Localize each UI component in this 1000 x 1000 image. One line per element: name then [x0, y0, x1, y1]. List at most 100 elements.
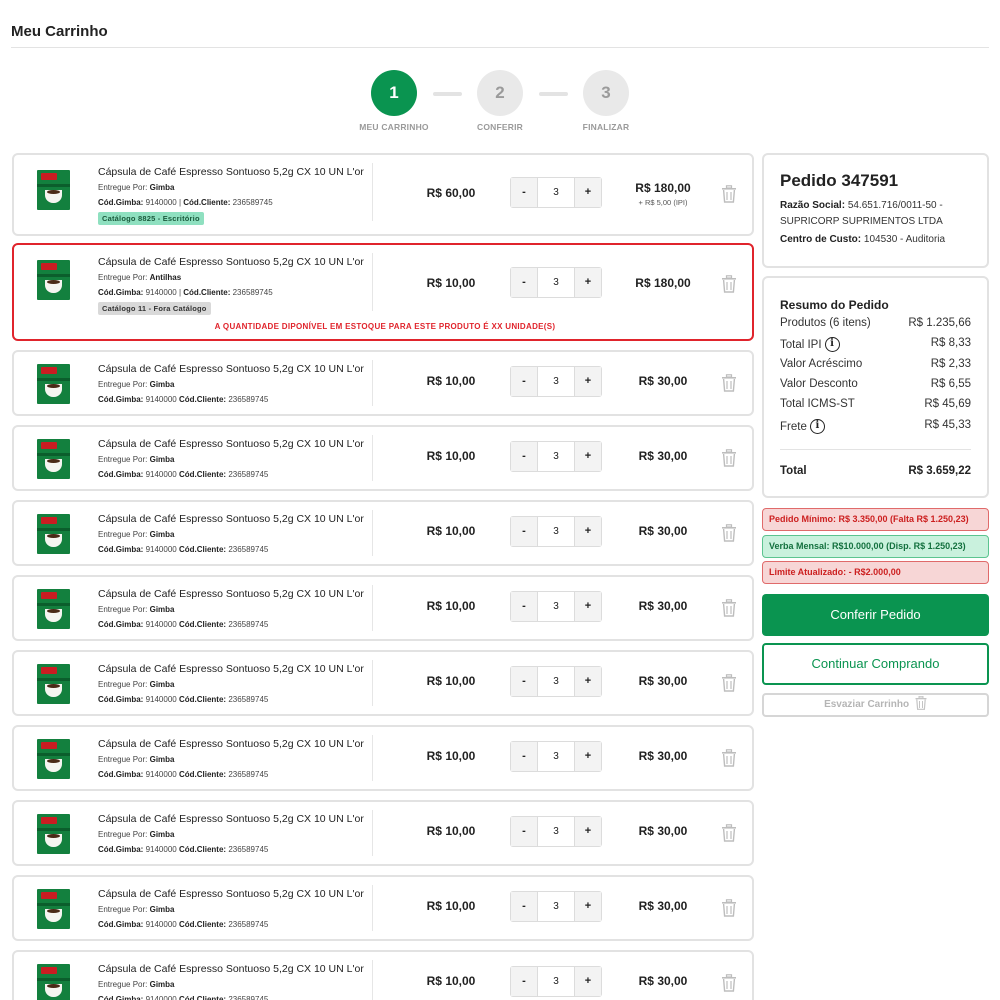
- product-name[interactable]: Cápsula de Café Espresso Sontuoso 5,2g C…: [98, 738, 364, 750]
- increase-quantity-button[interactable]: +: [575, 967, 601, 996]
- product-image[interactable]: [37, 260, 70, 300]
- product-image[interactable]: [37, 589, 70, 629]
- quantity-input[interactable]: 3: [537, 517, 575, 546]
- cod-gimba-label: Cód.Gimba:: [98, 770, 144, 779]
- remove-item-trash-icon[interactable]: [721, 275, 737, 293]
- product-image[interactable]: [37, 170, 70, 210]
- remove-item-trash-icon[interactable]: [721, 974, 737, 992]
- info-icon[interactable]: i: [824, 337, 840, 352]
- decrease-quantity-button[interactable]: -: [511, 592, 537, 621]
- product-image[interactable]: [37, 739, 70, 779]
- summary-value: R$ 1.235,66: [908, 317, 971, 329]
- cod-gimba-value: 9140000: [145, 770, 177, 779]
- unit-price: R$ 10,00: [426, 276, 476, 290]
- increase-quantity-button[interactable]: +: [575, 892, 601, 921]
- quantity-input[interactable]: 3: [537, 742, 575, 771]
- decrease-quantity-button[interactable]: -: [511, 517, 537, 546]
- increase-quantity-button[interactable]: +: [575, 667, 601, 696]
- empty-cart-button[interactable]: Esvaziar Carrinho: [762, 693, 989, 717]
- remove-item-trash-icon[interactable]: [721, 374, 737, 392]
- decrease-quantity-button[interactable]: -: [511, 742, 537, 771]
- decrease-quantity-button[interactable]: -: [511, 367, 537, 396]
- info-icon[interactable]: i: [809, 419, 825, 434]
- product-name[interactable]: Cápsula de Café Espresso Sontuoso 5,2g C…: [98, 588, 364, 600]
- increase-quantity-button[interactable]: +: [575, 592, 601, 621]
- decrease-quantity-button[interactable]: -: [511, 442, 537, 471]
- brand-logo: [41, 263, 57, 270]
- cod-gimba-label: Cód.Gimba:: [98, 695, 144, 704]
- delivered-by-label: Entregue Por:: [98, 905, 148, 914]
- product-codes: Cód.Gimba: 9140000 Cód.Cliente: 23658974…: [98, 620, 268, 629]
- decrease-quantity-button[interactable]: -: [511, 892, 537, 921]
- quantity-input[interactable]: 3: [537, 592, 575, 621]
- cod-cliente-label: Cód.Cliente:: [178, 770, 227, 779]
- delivered-by: Entregue Por: Gimba: [98, 980, 175, 989]
- cost-center: Centro de Custo: 104530 - Auditoria: [780, 232, 980, 248]
- product-name[interactable]: Cápsula de Café Espresso Sontuoso 5,2g C…: [98, 363, 364, 375]
- summary-value: R$ 45,33: [924, 419, 971, 431]
- delivered-by-label: Entregue Por:: [98, 605, 148, 614]
- quantity-input[interactable]: 3: [537, 892, 575, 921]
- remove-item-trash-icon[interactable]: [721, 449, 737, 467]
- decrease-quantity-button[interactable]: -: [511, 667, 537, 696]
- quantity-input[interactable]: 3: [537, 817, 575, 846]
- delivered-by-label: Entregue Por:: [98, 380, 148, 389]
- remove-item-trash-icon[interactable]: [721, 824, 737, 842]
- product-image[interactable]: [37, 814, 70, 854]
- item-total: R$ 180,00: [635, 276, 691, 290]
- summary-value: R$ 2,33: [930, 358, 971, 370]
- product-image[interactable]: [37, 514, 70, 554]
- product-image[interactable]: [37, 439, 70, 479]
- product-name[interactable]: Cápsula de Café Espresso Sontuoso 5,2g C…: [98, 438, 364, 450]
- cost-center-value: 104530 - Auditoria: [863, 234, 946, 245]
- summary-total: Total R$ 3.659,22: [780, 465, 971, 477]
- unit-price: R$ 10,00: [426, 374, 476, 388]
- quantity-input[interactable]: 3: [537, 268, 575, 297]
- product-image[interactable]: [37, 889, 70, 929]
- delivered-by: Entregue Por: Gimba: [98, 183, 175, 192]
- quantity-input[interactable]: 3: [537, 442, 575, 471]
- quantity-input[interactable]: 3: [537, 178, 575, 207]
- increase-quantity-button[interactable]: +: [575, 367, 601, 396]
- step-cart[interactable]: 1 MEU CARRINHO: [349, 70, 439, 132]
- increase-quantity-button[interactable]: +: [575, 742, 601, 771]
- product-name[interactable]: Cápsula de Café Espresso Sontuoso 5,2g C…: [98, 663, 364, 675]
- product-name[interactable]: Cápsula de Café Espresso Sontuoso 5,2g C…: [98, 813, 364, 825]
- product-image[interactable]: [37, 364, 70, 404]
- product-name[interactable]: Cápsula de Café Espresso Sontuoso 5,2g C…: [98, 166, 364, 178]
- cod-gimba-value: 9140000: [145, 995, 177, 1000]
- cod-cliente-value: 236589745: [228, 770, 269, 779]
- product-image[interactable]: [37, 964, 70, 1000]
- remove-item-trash-icon[interactable]: [721, 599, 737, 617]
- cod-cliente-value: 236589745: [228, 995, 269, 1000]
- remove-item-trash-icon[interactable]: [721, 524, 737, 542]
- quantity-input[interactable]: 3: [537, 967, 575, 996]
- confirm-order-button[interactable]: Conferir Pedido: [762, 594, 989, 636]
- decrease-quantity-button[interactable]: -: [511, 178, 537, 207]
- decrease-quantity-button[interactable]: -: [511, 268, 537, 297]
- increase-quantity-button[interactable]: +: [575, 517, 601, 546]
- product-name[interactable]: Cápsula de Café Espresso Sontuoso 5,2g C…: [98, 963, 364, 975]
- increase-quantity-button[interactable]: +: [575, 442, 601, 471]
- decrease-quantity-button[interactable]: -: [511, 817, 537, 846]
- remove-item-trash-icon[interactable]: [721, 899, 737, 917]
- item-total: R$ 30,00: [638, 599, 688, 613]
- step-review[interactable]: 2 CONFERIR: [455, 70, 545, 132]
- product-name[interactable]: Cápsula de Café Espresso Sontuoso 5,2g C…: [98, 256, 364, 268]
- product-image[interactable]: [37, 664, 70, 704]
- increase-quantity-button[interactable]: +: [575, 178, 601, 207]
- item-total: R$ 30,00: [638, 449, 688, 463]
- increase-quantity-button[interactable]: +: [575, 817, 601, 846]
- product-name[interactable]: Cápsula de Café Espresso Sontuoso 5,2g C…: [98, 888, 364, 900]
- cod-gimba-value: 9140000: [145, 545, 177, 554]
- quantity-input[interactable]: 3: [537, 367, 575, 396]
- remove-item-trash-icon[interactable]: [721, 185, 737, 203]
- step-finish[interactable]: 3 FINALIZAR: [561, 70, 651, 132]
- continue-shopping-button[interactable]: Continuar Comprando: [762, 643, 989, 685]
- quantity-input[interactable]: 3: [537, 667, 575, 696]
- remove-item-trash-icon[interactable]: [721, 674, 737, 692]
- product-name[interactable]: Cápsula de Café Espresso Sontuoso 5,2g C…: [98, 513, 364, 525]
- decrease-quantity-button[interactable]: -: [511, 967, 537, 996]
- remove-item-trash-icon[interactable]: [721, 749, 737, 767]
- increase-quantity-button[interactable]: +: [575, 268, 601, 297]
